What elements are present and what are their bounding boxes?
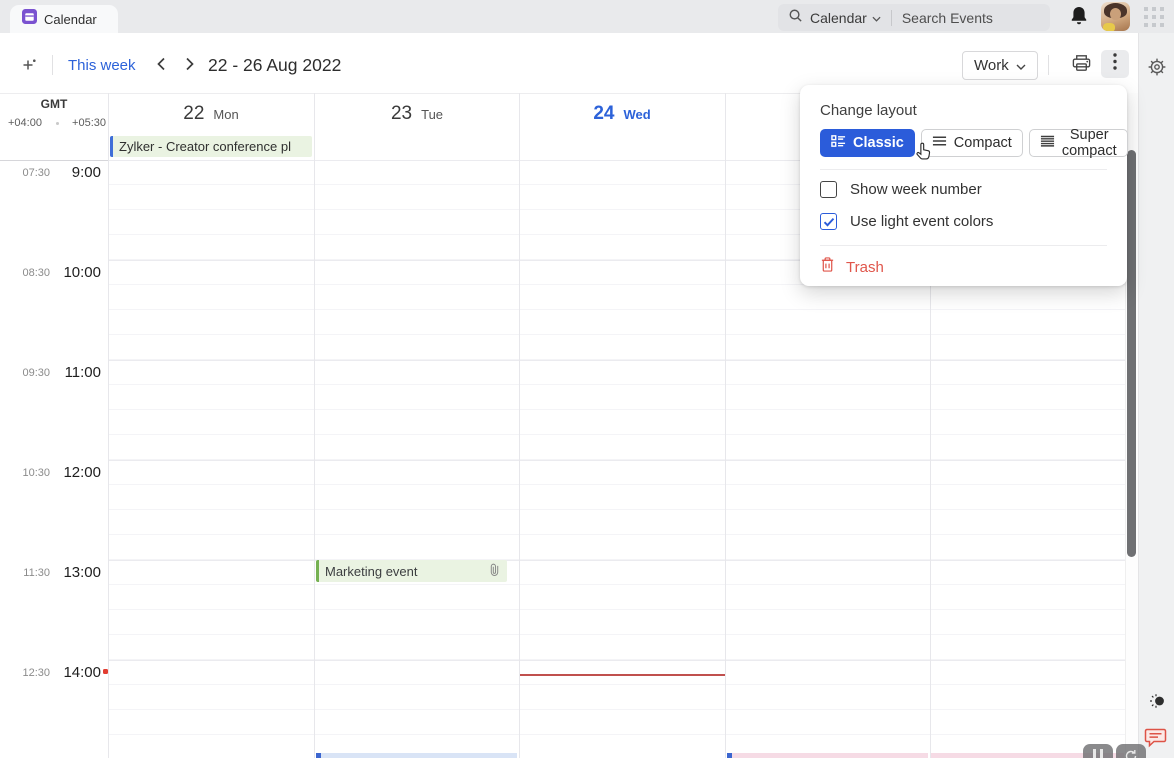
checkbox-unchecked[interactable] xyxy=(820,181,837,198)
search-input[interactable]: Search Events xyxy=(902,10,993,26)
current-time-dot xyxy=(103,669,108,674)
tab-title: Calendar xyxy=(44,11,97,27)
checkbox-label: Show week number xyxy=(850,181,982,198)
apps-grid-button[interactable] xyxy=(1144,7,1164,27)
option-label: Super compact xyxy=(1061,127,1117,159)
all-day-event-chip[interactable]: Zylker - Creator conference pl xyxy=(110,136,312,157)
day-header-mon[interactable]: 22 Mon xyxy=(108,103,314,125)
print-button[interactable] xyxy=(1068,52,1094,78)
grid-column-line xyxy=(314,93,315,758)
printer-icon xyxy=(1071,53,1092,78)
timezone-primary: +05:30 xyxy=(72,117,106,129)
replay-icon xyxy=(1124,749,1138,758)
layout-option-super-compact[interactable]: Super compact xyxy=(1028,127,1128,159)
timezone-secondary: +04:00 xyxy=(8,117,42,129)
time-label-primary: 13:00 xyxy=(63,564,101,581)
trash-icon xyxy=(820,256,835,278)
search-scope-dropdown[interactable]: Calendar xyxy=(810,10,867,26)
current-time-line xyxy=(520,674,725,676)
zoho-calendar-app: Calendar Calendar Search Events This wee… xyxy=(0,0,1174,758)
gmt-label: GMT xyxy=(40,97,68,111)
timezone-separator-dot xyxy=(55,121,59,125)
night-mode-icon xyxy=(1145,694,1168,714)
toolbar-divider xyxy=(52,55,53,75)
time-label-primary: 14:00 xyxy=(63,664,101,681)
day-number: 24 xyxy=(593,103,615,124)
layout-option-classic[interactable]: Classic xyxy=(820,129,915,157)
browser-tab[interactable]: Calendar xyxy=(10,5,118,33)
this-week-button[interactable]: This week xyxy=(68,57,136,74)
partial-event-chip[interactable] xyxy=(727,753,928,758)
prev-week-button[interactable] xyxy=(154,56,172,74)
feedback-chat-button[interactable] xyxy=(1144,727,1167,749)
trash-label: Trash xyxy=(846,258,884,276)
layout-option-compact[interactable]: Compact xyxy=(920,129,1023,157)
time-label-primary: 10:00 xyxy=(63,264,101,281)
user-avatar[interactable] xyxy=(1101,2,1130,31)
marketing-event-chip[interactable]: Marketing event xyxy=(316,560,507,582)
scrollbar-thumb[interactable] xyxy=(1127,150,1136,557)
day-name: Wed xyxy=(623,107,651,122)
chevron-down-icon xyxy=(872,9,881,27)
search-icon xyxy=(788,8,803,28)
day-number: 22 xyxy=(183,103,205,124)
day-number: 23 xyxy=(390,103,413,124)
kebab-icon xyxy=(1113,53,1117,75)
time-label-primary: 12:00 xyxy=(63,464,101,481)
gear-icon xyxy=(1147,58,1167,81)
option-label: Compact xyxy=(953,135,1012,151)
option-label: Classic xyxy=(853,135,904,151)
trash-menu-item[interactable]: Trash xyxy=(820,256,884,278)
date-range-title: 22 - 26 Aug 2022 xyxy=(208,55,342,75)
chat-bubble-icon xyxy=(1144,728,1167,753)
grid-column-line xyxy=(725,93,726,758)
calendar-group-dropdown[interactable]: Work xyxy=(962,51,1038,80)
time-label-primary: 9:00 xyxy=(71,164,101,181)
day-name: Mon xyxy=(213,107,239,122)
menu-divider xyxy=(820,169,1107,170)
classic-layout-icon xyxy=(831,134,846,152)
mouse-cursor-icon xyxy=(913,141,934,168)
grid-column-line xyxy=(519,93,520,758)
paperclip-icon xyxy=(489,562,500,580)
checkbox-label: Use light event colors xyxy=(850,213,994,230)
calendar-app-icon xyxy=(22,9,37,29)
search-divider xyxy=(890,9,892,26)
quick-add-icon[interactable] xyxy=(20,57,38,80)
next-week-button[interactable] xyxy=(181,56,199,74)
notifications-button[interactable] xyxy=(1069,5,1091,29)
settings-button[interactable] xyxy=(1147,57,1167,77)
chevron-down-icon xyxy=(1016,57,1026,74)
grid-column-line xyxy=(108,93,109,758)
replay-overlay-button[interactable] xyxy=(1116,744,1146,758)
menu-divider xyxy=(820,245,1107,246)
toolbar-divider xyxy=(1048,55,1049,75)
show-week-number-option[interactable]: Show week number xyxy=(820,181,982,198)
super-compact-layout-icon xyxy=(1040,135,1055,151)
time-label-primary: 11:00 xyxy=(64,364,101,381)
layout-options: Classic Compact Super compact xyxy=(820,127,1128,159)
day-header-tue[interactable]: 23 Tue xyxy=(314,103,520,125)
day-name: Tue xyxy=(421,107,444,122)
day-header-wed-today[interactable]: 24 Wed xyxy=(519,103,725,125)
compact-layout-icon xyxy=(932,135,947,151)
checkbox-checked[interactable] xyxy=(820,213,837,230)
pause-icon xyxy=(1093,749,1096,758)
pause-overlay-button[interactable] xyxy=(1083,744,1113,758)
theme-toggle-button[interactable] xyxy=(1145,692,1168,710)
timezone-row: +04:00 +05:30 xyxy=(8,117,106,129)
right-utility-strip xyxy=(1138,33,1174,758)
more-options-button[interactable] xyxy=(1101,50,1129,78)
menu-title: Change layout xyxy=(820,102,917,119)
light-event-colors-option[interactable]: Use light event colors xyxy=(820,213,993,230)
partial-event-chip[interactable] xyxy=(316,753,517,758)
event-title: Marketing event xyxy=(325,563,418,579)
calendar-group-label: Work xyxy=(974,57,1009,74)
search-bar[interactable]: Calendar Search Events xyxy=(778,4,1050,31)
change-layout-menu: Change layout Classic Compact Super comp… xyxy=(800,85,1128,286)
